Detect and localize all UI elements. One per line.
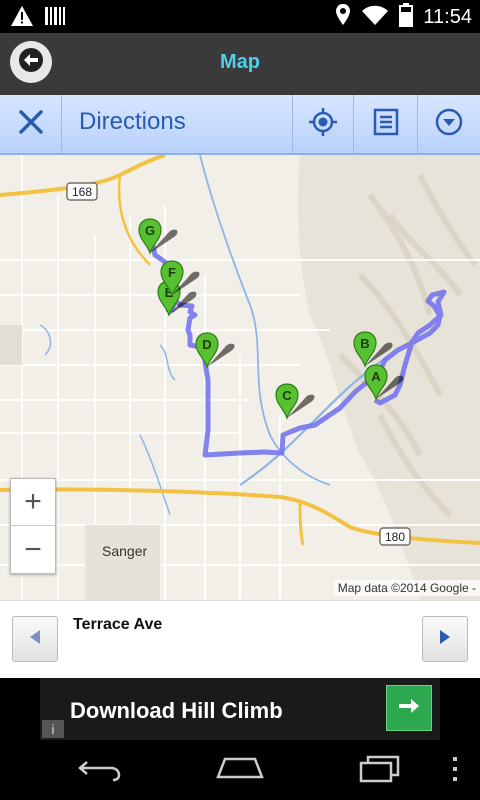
arrow-right-icon xyxy=(438,629,452,650)
status-bar: 11:54 xyxy=(0,0,480,33)
home-nav-button[interactable] xyxy=(210,754,270,788)
list-icon xyxy=(373,108,399,141)
route-marker-label: B xyxy=(360,336,369,351)
clock: 11:54 xyxy=(423,6,472,28)
my-location-button[interactable] xyxy=(292,95,354,153)
step-instruction: Terrace Ave xyxy=(73,616,163,633)
next-step-button[interactable] xyxy=(422,616,468,662)
route-marker-d[interactable]: D xyxy=(195,332,235,369)
toolbar-title: Directions xyxy=(79,108,186,135)
page-title: Map xyxy=(220,51,260,73)
recents-nav-button[interactable] xyxy=(350,754,410,788)
home-icon xyxy=(215,757,265,786)
barcode-icon xyxy=(44,5,66,32)
ad-banner[interactable]: Download Hill Climb i xyxy=(40,678,440,740)
location-icon xyxy=(335,3,351,32)
route-180-label: 180 xyxy=(385,530,405,544)
map-view[interactable]: 168 180 ABCDEFG Sanger + − Map data ©201… xyxy=(0,155,480,600)
close-icon xyxy=(18,109,44,140)
route-168-label: 168 xyxy=(72,185,92,199)
map-attribution: Map data ©2014 Google - xyxy=(333,580,480,596)
previous-step-button[interactable] xyxy=(12,616,58,662)
zoom-out-button[interactable]: − xyxy=(11,526,55,573)
back-nav-button[interactable] xyxy=(70,754,130,788)
route-marker-label: D xyxy=(202,337,211,352)
directions-list-button[interactable] xyxy=(354,95,418,153)
warning-icon xyxy=(10,5,34,32)
ad-info-icon[interactable]: i xyxy=(42,720,64,738)
back-icon xyxy=(77,756,123,787)
map-canvas: 168 180 ABCDEFG xyxy=(0,155,480,600)
crosshair-icon xyxy=(308,107,338,142)
wifi-icon xyxy=(361,4,389,31)
town-label: Sanger xyxy=(102,543,148,559)
route-marker-label: G xyxy=(145,223,155,238)
arrow-left-icon xyxy=(28,629,42,650)
route-marker-label: F xyxy=(168,265,176,280)
step-navigation: Terrace Ave xyxy=(0,600,480,678)
directions-toolbar: Directions xyxy=(0,95,480,155)
app-header: Map xyxy=(0,33,480,95)
overflow-dots-icon xyxy=(451,756,459,787)
route-marker-label: C xyxy=(282,388,292,403)
route-marker-c[interactable]: C xyxy=(275,383,315,420)
more-options-button[interactable] xyxy=(418,95,480,153)
ad-text: Download Hill Climb xyxy=(70,698,283,723)
ad-go-button[interactable] xyxy=(386,685,432,731)
arrow-right-icon xyxy=(397,696,421,721)
overflow-menu-button[interactable] xyxy=(440,754,470,788)
zoom-in-button[interactable]: + xyxy=(11,479,55,526)
route-180-shield: 180 xyxy=(379,527,411,546)
route-marker-label: A xyxy=(371,369,381,384)
route-168-shield: 168 xyxy=(66,182,98,201)
chevron-down-circle-icon xyxy=(434,107,464,142)
zoom-controls: + − xyxy=(10,478,56,574)
route-marker-g[interactable]: G xyxy=(138,218,178,255)
recents-icon xyxy=(358,755,402,788)
system-nav-bar xyxy=(0,740,480,800)
battery-icon xyxy=(399,3,414,32)
close-button[interactable] xyxy=(0,95,62,153)
